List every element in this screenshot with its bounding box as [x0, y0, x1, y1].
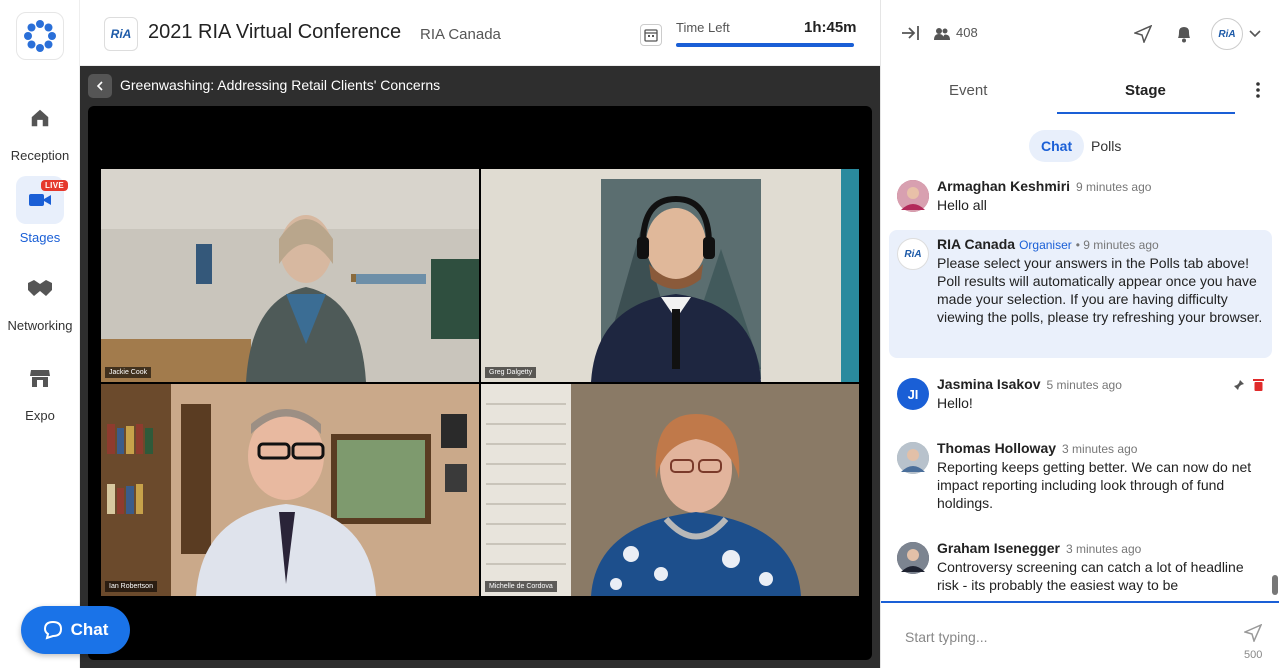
chat-button-label: Chat	[70, 620, 109, 639]
chat-message: Armaghan Keshmiri 9 minutes ago Hello all	[889, 172, 1272, 220]
live-badge: LIVE	[41, 180, 68, 191]
message-text: Please select your answers in the Polls …	[937, 255, 1263, 325]
nav-label-reception: Reception	[10, 148, 70, 163]
message-author: Graham Isenegger	[937, 540, 1060, 556]
avatar	[897, 442, 929, 474]
stage-title-bar: Greenwashing: Addressing Retail Clients'…	[80, 66, 880, 104]
handshake-icon	[16, 264, 64, 312]
video-tile[interactable]: Jackie Cook	[101, 169, 479, 382]
participant-name: Ian Robertson	[105, 581, 157, 592]
participant-name: Greg Dalgetty	[485, 367, 537, 378]
conference-title: 2021 RIA Virtual Conference	[148, 21, 402, 43]
stage-area: Greenwashing: Addressing Retail Clients'…	[80, 66, 880, 668]
character-limit: 500	[1244, 649, 1263, 661]
more-options-icon[interactable]	[1251, 80, 1265, 100]
message-text: Reporting keeps getting better. We can n…	[937, 459, 1252, 511]
chevron-left-icon	[96, 81, 103, 91]
chat-input-area: Start typing... 500	[881, 601, 1279, 668]
time-left-value: 1h:45m	[804, 19, 857, 36]
video-grid: Jackie Cook Greg Dalgetty Ian Robertson …	[88, 106, 872, 660]
home-icon	[16, 94, 64, 142]
organizer-name[interactable]: RIA Canada	[420, 26, 501, 43]
message-time: 3 minutes ago	[1062, 442, 1138, 456]
nav-item-expo[interactable]: Expo	[0, 354, 80, 423]
video-tile[interactable]: Michelle de Cordova	[481, 384, 859, 596]
right-panel: 408 RiA Event Stage Chat Polls Armaghan …	[880, 0, 1279, 668]
nav-label-stages: Stages	[19, 230, 61, 245]
attendee-count: 408	[956, 25, 978, 40]
panel-tabs: Event Stage	[881, 66, 1279, 114]
chat-message: Graham Isenegger 3 minutes ago Controvers…	[889, 534, 1272, 600]
chat-message-organiser: RiA RIA Canada Organiser • 9 minutes ago P…	[889, 230, 1272, 358]
message-author: Jasmina Isakov	[937, 376, 1041, 392]
subtab-polls[interactable]: Polls	[1079, 130, 1133, 162]
chevron-down-icon[interactable]	[1248, 28, 1262, 40]
message-text: Hello!	[937, 395, 973, 411]
panel-toolbar: 408 RiA	[881, 0, 1279, 66]
video-tile[interactable]: Greg Dalgetty	[481, 169, 859, 382]
message-author: Armaghan Keshmiri	[937, 178, 1071, 194]
participant-video	[481, 384, 859, 596]
message-author: RIA Canada	[937, 236, 1016, 252]
active-tab-indicator	[1057, 112, 1235, 114]
notifications-bell-icon[interactable]	[1174, 24, 1194, 44]
time-left-label: Time Left	[676, 20, 730, 35]
message-text: Controversy screening can catch a lot of…	[937, 559, 1244, 593]
session-title: Greenwashing: Addressing Retail Clients'…	[120, 77, 441, 93]
participant-video	[101, 169, 479, 382]
message-time: • 9 minutes ago	[1075, 238, 1159, 252]
chat-floating-button[interactable]: Chat	[21, 606, 130, 654]
delete-icon[interactable]	[1253, 378, 1264, 396]
swirl-logo-icon	[24, 20, 56, 52]
participant-name: Jackie Cook	[105, 367, 152, 378]
chat-message: JI Jasmina Isakov 5 minutes ago Hello!	[889, 370, 1272, 418]
ria-logo: RiA	[104, 17, 138, 51]
participant-video	[481, 169, 859, 382]
nav-item-stages[interactable]: LIVE Stages	[0, 176, 80, 245]
calendar-icon[interactable]	[640, 24, 662, 46]
nav-label-expo: Expo	[25, 408, 55, 423]
store-icon	[16, 354, 64, 402]
people-icon	[933, 26, 951, 42]
chat-message: Thomas Holloway 3 minutes ago Reporting k…	[889, 434, 1272, 518]
avatar: JI	[897, 378, 929, 410]
send-message-icon[interactable]	[1133, 24, 1153, 44]
chat-bubble-icon	[43, 620, 62, 640]
participant-video	[101, 384, 479, 596]
app-logo[interactable]	[16, 12, 64, 60]
send-icon[interactable]	[1243, 623, 1263, 643]
subtab-chat[interactable]: Chat	[1029, 130, 1085, 162]
back-button[interactable]	[88, 74, 112, 98]
message-time: 5 minutes ago	[1046, 378, 1122, 392]
avatar: RiA	[897, 238, 929, 270]
chat-input[interactable]: Start typing...	[905, 629, 987, 645]
pin-icon[interactable]	[1233, 378, 1245, 396]
avatar	[897, 542, 929, 574]
collapse-panel-icon[interactable]	[899, 22, 921, 44]
tab-event[interactable]: Event	[949, 82, 987, 99]
nav-item-networking[interactable]: Networking	[0, 264, 80, 333]
nav-item-reception[interactable]: Reception	[0, 94, 80, 163]
message-time: 9 minutes ago	[1076, 180, 1152, 194]
tab-stage[interactable]: Stage	[1125, 82, 1166, 99]
chat-subtabs: Chat Polls	[881, 130, 1279, 162]
top-header: RiA 2021 RIA Virtual Conference RIA Cana…	[80, 0, 880, 66]
nav-label-networking: Networking	[7, 318, 73, 333]
left-navigation: Reception LIVE Stages Networking Expo	[0, 0, 80, 668]
message-text: Hello all	[937, 197, 987, 213]
organiser-badge: Organiser	[1019, 238, 1072, 252]
time-left-progress	[676, 43, 854, 47]
message-actions	[1233, 378, 1264, 396]
participant-name: Michelle de Cordova	[485, 581, 557, 592]
message-time: 3 minutes ago	[1065, 542, 1142, 556]
avatar	[897, 180, 929, 212]
message-author: Thomas Holloway	[937, 440, 1057, 456]
video-tile[interactable]: Ian Robertson	[101, 384, 479, 596]
chat-messages: Armaghan Keshmiri 9 minutes ago Hello all…	[881, 172, 1279, 602]
user-avatar[interactable]: RiA	[1211, 18, 1243, 50]
chat-scrollbar[interactable]	[1272, 575, 1278, 595]
